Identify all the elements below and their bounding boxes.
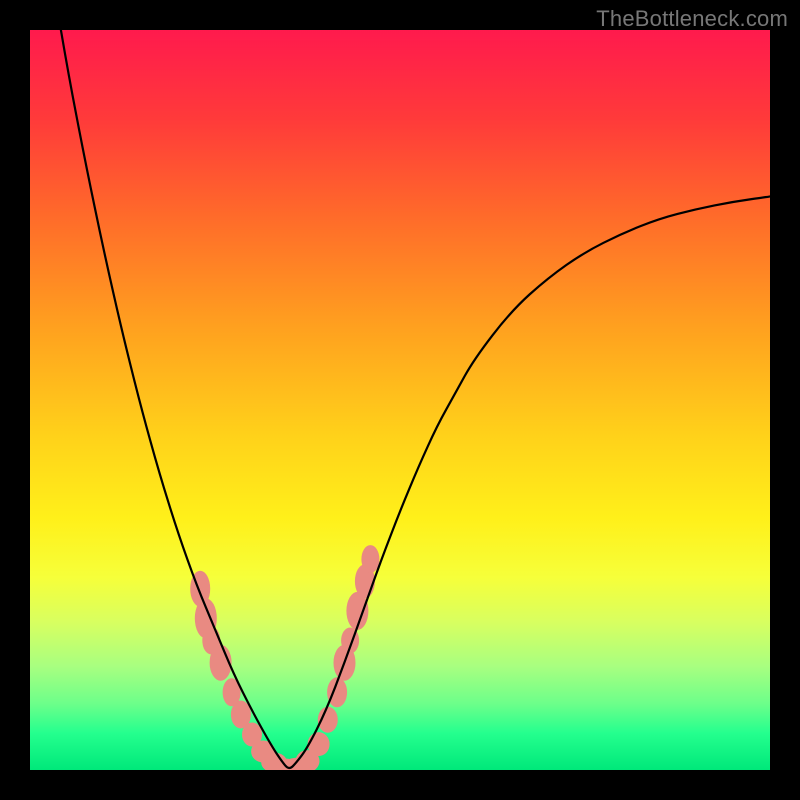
plot-area xyxy=(30,30,770,770)
watermark-text: TheBottleneck.com xyxy=(596,6,788,32)
highlight-blob xyxy=(361,545,379,573)
highlight-blob xyxy=(308,732,330,756)
highlight-cluster-layer xyxy=(190,545,379,770)
chart-svg xyxy=(30,30,770,770)
v-curve xyxy=(30,30,770,768)
chart-frame: TheBottleneck.com xyxy=(0,0,800,800)
